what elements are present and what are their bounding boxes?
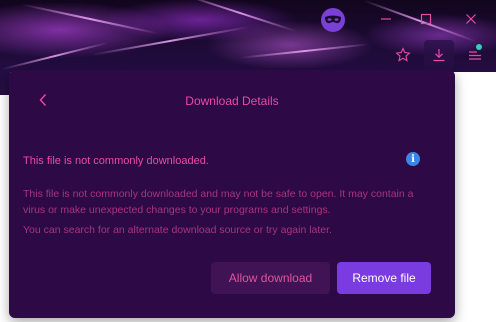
download-details-panel: Download Details This file is not common… [9, 70, 455, 318]
menu-icon[interactable] [463, 43, 487, 67]
star-icon[interactable] [391, 43, 415, 67]
alternate-source-hint: You can search for an alternate download… [23, 224, 332, 236]
warning-title: This file is not commonly downloaded. [23, 155, 209, 167]
download-icon[interactable] [424, 40, 454, 70]
maximize-icon[interactable] [415, 8, 437, 30]
close-icon[interactable] [460, 8, 482, 30]
info-icon[interactable]: i [406, 152, 420, 166]
notification-badge [476, 44, 482, 50]
panel-title: Download Details [185, 94, 279, 108]
incognito-mask-icon[interactable] [321, 8, 345, 32]
allow-download-button[interactable]: Allow download [211, 262, 330, 294]
remove-file-button[interactable]: Remove file [337, 262, 431, 294]
minimize-icon[interactable] [375, 8, 397, 30]
panel-header: Download Details [9, 70, 455, 132]
warning-description: This file is not commonly downloaded and… [23, 188, 414, 216]
